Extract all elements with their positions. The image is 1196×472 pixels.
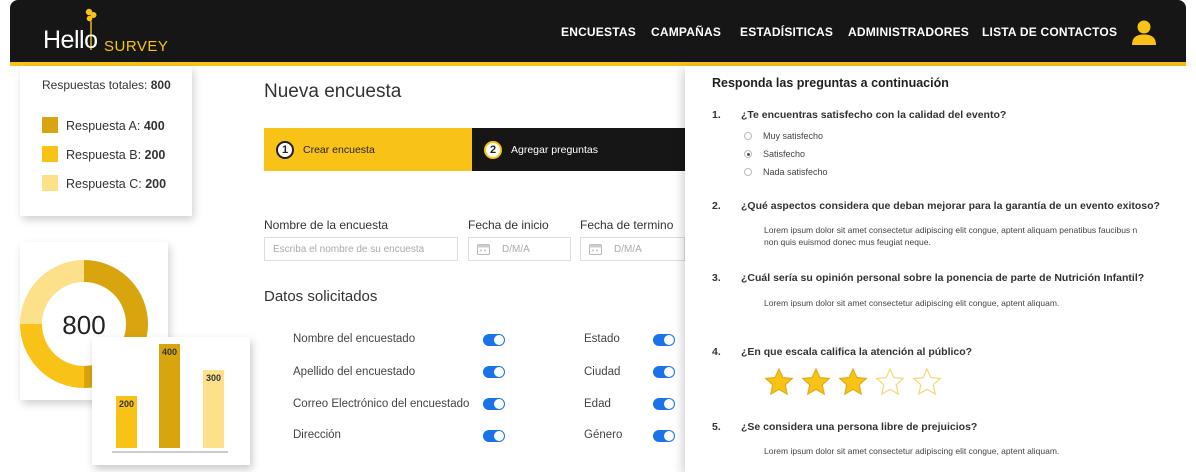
bar [159, 344, 180, 448]
logo-survey-text: SURVEY [104, 38, 169, 55]
survey-preview-panel: Responda las preguntas a continuación 1.… [685, 66, 1196, 472]
legend-value: 400 [143, 119, 165, 133]
legend-item-b: Respuesta B: 200 [42, 146, 165, 162]
step-label: Crear encuesta [303, 143, 375, 156]
legend-label: Respuesta B: [66, 148, 142, 162]
calendar-icon [589, 244, 602, 255]
toggle-ciudad[interactable] [653, 366, 675, 378]
calendar-icon [477, 244, 490, 255]
total-responses: Respuestas totales: 800 [42, 78, 171, 92]
star-filled-icon[interactable] [801, 367, 831, 396]
toggle-correo[interactable] [483, 398, 505, 410]
toggle-label-correo: Correo Electrónico del encuestado [293, 398, 470, 410]
preview-title: Responda las preguntas a continuación [712, 76, 949, 90]
start-date-input[interactable]: D/M/A [468, 237, 571, 261]
end-date-placeholder: D/M/A [614, 243, 642, 255]
question-text: ¿Se considera una persona libre de preju… [741, 421, 978, 433]
toggle-label-genero: Género [584, 429, 623, 441]
toggle-estado[interactable] [653, 334, 675, 346]
requested-data-title: Datos solicitados [264, 288, 378, 305]
total-responses-value: 800 [150, 78, 171, 92]
bar-data-label: 300 [206, 373, 221, 383]
step-label: Agregar preguntas [511, 143, 598, 156]
logo-hello-text: Hello [43, 26, 98, 54]
survey-name-label: Nombre de la encuesta [264, 218, 389, 232]
nav-campanas[interactable]: CAMPAÑAS [651, 25, 721, 39]
legend-label: Respuesta A: [66, 119, 141, 133]
question-text: ¿Qué aspectos considera que deban mejora… [741, 200, 1160, 212]
responses-summary-card: Respuestas totales: 800 Respuesta A: 400… [20, 66, 192, 216]
answer-line: non quis euismod donec mus feugiat neque… [764, 237, 931, 247]
toggle-nombre[interactable] [483, 334, 505, 346]
toggle-label-nombre: Nombre del encuestado [293, 333, 416, 345]
radio-option-muy-satisfecho[interactable]: Muy satisfecho [744, 131, 823, 141]
nav-encuestas[interactable]: ENCUESTAS [561, 25, 636, 39]
toggle-direccion[interactable] [483, 430, 505, 442]
toggle-label-apellido: Apellido del encuestado [293, 366, 416, 378]
answer-line: Lorem ipsum dolor sit amet consectetur a… [764, 225, 1138, 235]
toggle-label-direccion: Dirección [293, 429, 341, 441]
survey-name-input[interactable]: Escriba el nombre de su encuesta [264, 237, 458, 261]
toggle-label-ciudad: Ciudad [584, 366, 621, 378]
end-date-label: Fecha de termino [580, 218, 674, 232]
question-number: 2. [712, 200, 721, 212]
question-number: 3. [712, 272, 721, 284]
radio-button[interactable] [744, 168, 752, 176]
star-filled-icon[interactable] [764, 367, 794, 396]
user-icon[interactable] [1130, 18, 1158, 46]
toggle-label-edad: Edad [584, 398, 611, 410]
legend-value: 200 [145, 177, 167, 191]
toggle-apellido[interactable] [483, 366, 505, 378]
legend-item-a: Respuesta A: 400 [42, 117, 165, 133]
star-empty-icon[interactable] [875, 367, 905, 396]
toggle-genero[interactable] [653, 430, 675, 442]
nav-administradores[interactable]: ADMINISTRADORES [848, 25, 969, 39]
option-label: Muy satisfecho [763, 131, 824, 141]
option-label: Nada satisfecho [763, 167, 828, 177]
legend-item-c: Respuesta C: 200 [42, 175, 166, 191]
step-add-questions[interactable]: 2 Agregar preguntas [472, 128, 685, 171]
radio-button-selected[interactable] [744, 150, 752, 158]
option-label: Satisfecho [763, 149, 806, 159]
legend-swatch [42, 175, 58, 191]
radio-option-satisfecho[interactable]: Satisfecho [744, 149, 805, 159]
legend-swatch [42, 146, 58, 162]
star-rating[interactable] [764, 367, 942, 396]
nav-estadisticas[interactable]: ESTADÍSITICAS [740, 25, 833, 39]
toggle-edad[interactable] [653, 398, 675, 410]
end-date-input[interactable]: D/M/A [580, 237, 685, 261]
star-filled-icon[interactable] [838, 367, 868, 396]
donut-center-label: 800 [62, 310, 105, 340]
start-date-label: Fecha de inicio [468, 218, 549, 232]
bar-chart-card: 200 400 300 [92, 337, 250, 465]
legend-label: Respuesta C: [66, 177, 142, 191]
toggle-label-estado: Estado [584, 333, 620, 345]
question-text: ¿Te encuentras satisfecho con la calidad… [741, 109, 1007, 121]
legend-swatch [42, 117, 58, 133]
step-number: 1 [276, 140, 294, 159]
radio-button[interactable] [744, 132, 752, 140]
page-title: Nueva encuesta [264, 81, 402, 102]
total-responses-label: Respuestas totales: [42, 78, 148, 92]
answer-line: Lorem ipsum dolor sit amet consectetur a… [764, 298, 1060, 308]
nav-lista-de-contactos[interactable]: LISTA DE CONTACTOS [982, 25, 1117, 39]
question-number: 1. [712, 109, 721, 121]
radio-option-nada-satisfecho[interactable]: Nada satisfecho [744, 167, 828, 177]
survey-name-placeholder: Escriba el nombre de su encuesta [273, 243, 425, 255]
bar-data-label: 400 [162, 347, 177, 357]
start-date-placeholder: D/M/A [502, 243, 530, 255]
legend-value: 200 [144, 148, 166, 162]
question-text: ¿En que escala califica la atención al p… [741, 346, 973, 358]
bar-data-label: 200 [119, 399, 134, 409]
question-text: ¿Cuál sería su opinión personal sobre la… [741, 272, 1145, 284]
star-empty-icon[interactable] [912, 367, 942, 396]
answer-line: Lorem ipsum dolor sit amet consectetur a… [764, 446, 1060, 456]
question-number: 5. [712, 421, 721, 433]
step-create-survey[interactable]: 1 Crear encuesta [264, 128, 472, 171]
question-number: 4. [712, 346, 721, 358]
step-number: 2 [484, 140, 502, 159]
bar-chart: 200 400 300 [112, 344, 228, 453]
